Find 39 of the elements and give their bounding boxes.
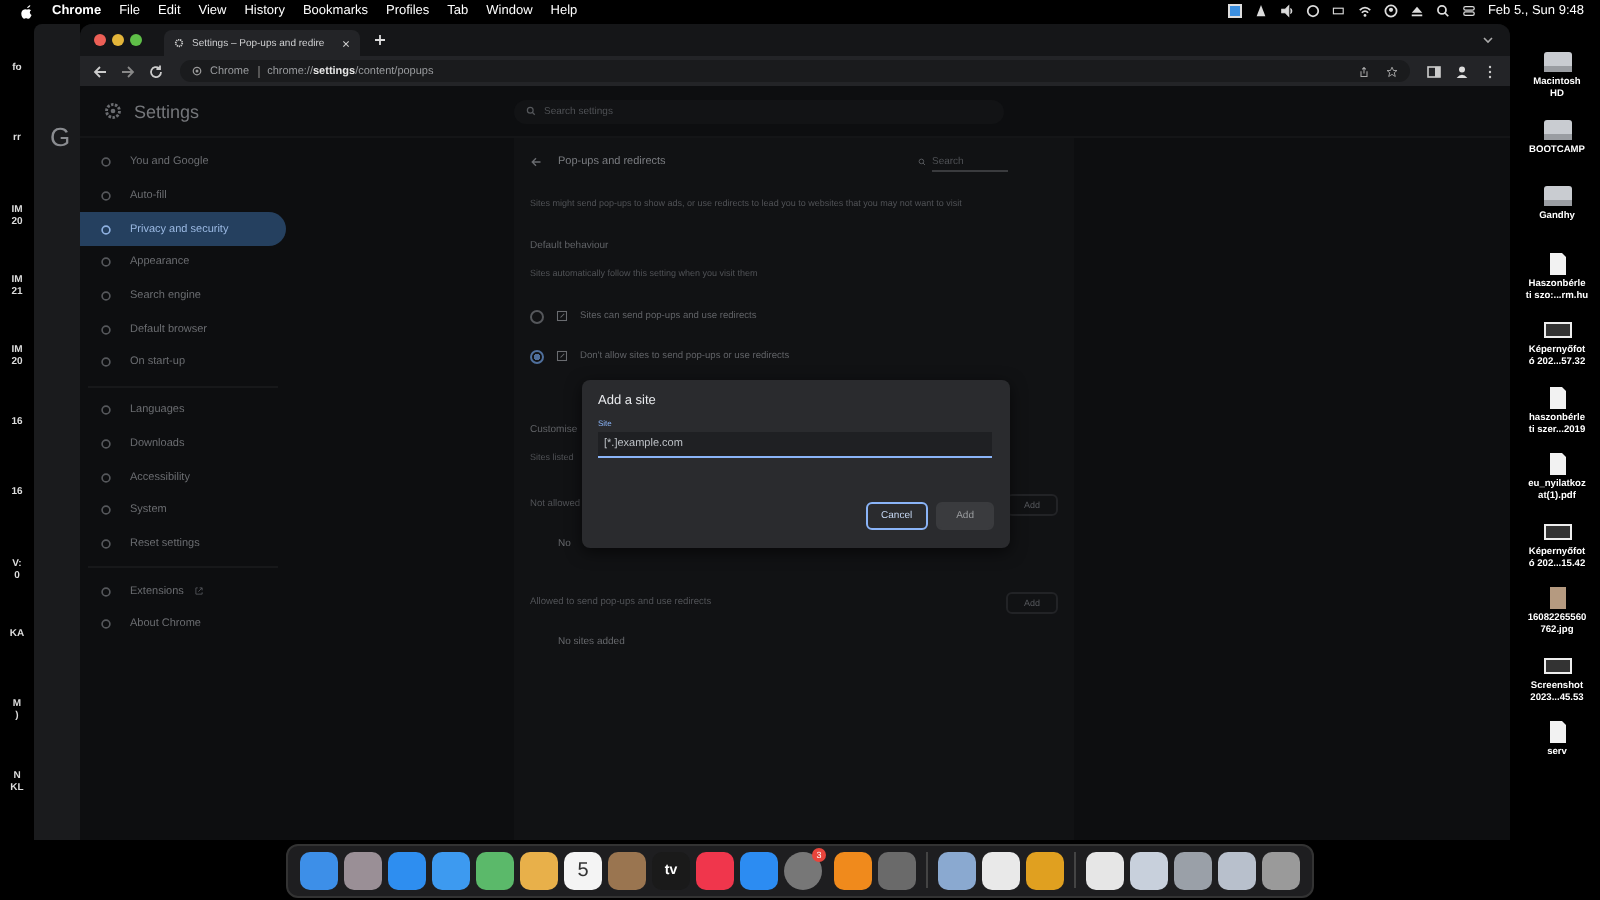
minimize-window-icon[interactable] — [112, 34, 124, 46]
popup-window-icon — [556, 310, 568, 322]
popup-window-icon — [556, 350, 568, 362]
cone-icon[interactable] — [1253, 4, 1268, 18]
chevron-down-icon[interactable] — [1482, 36, 1494, 44]
star-icon[interactable] — [1386, 65, 1398, 77]
close-icon[interactable] — [342, 39, 350, 47]
volume-icon[interactable] — [1279, 4, 1294, 18]
profile-icon[interactable] — [1454, 63, 1470, 79]
close-window-icon[interactable] — [94, 34, 106, 46]
user-icon[interactable] — [1383, 4, 1398, 18]
clock-icon[interactable] — [1305, 4, 1320, 18]
side-panel-icon[interactable] — [1426, 63, 1442, 79]
apple-logo-icon[interactable] — [20, 3, 34, 19]
back-arrow-icon[interactable] — [530, 156, 542, 168]
settings-logo-icon — [104, 102, 122, 120]
drive-icon[interactable] — [1541, 117, 1573, 141]
external-link-icon — [193, 586, 204, 597]
back-icon[interactable] — [92, 63, 108, 79]
eject-icon[interactable] — [1409, 4, 1424, 18]
reload-icon[interactable] — [148, 63, 164, 79]
wifi-icon[interactable] — [1357, 4, 1372, 18]
radio-button[interactable] — [530, 309, 544, 323]
forward-icon[interactable] — [120, 63, 136, 79]
drive-icon[interactable] — [1541, 184, 1573, 208]
calendar-icon[interactable]: 5 — [564, 851, 602, 889]
screenshot-thumbnail-icon[interactable] — [1541, 519, 1573, 543]
new-tab-icon[interactable] — [374, 34, 386, 46]
settings-title: Settings — [134, 101, 200, 121]
drive-icon[interactable] — [1541, 50, 1573, 74]
radio-button[interactable] — [530, 349, 544, 363]
status-icon[interactable] — [1227, 4, 1242, 18]
background-window-text: G — [50, 122, 71, 152]
battery-icon[interactable] — [1331, 4, 1346, 18]
control-center-icon[interactable] — [1461, 4, 1476, 18]
screenshot-thumbnail-icon[interactable] — [1541, 653, 1573, 677]
screenshot-thumbnail-icon[interactable] — [1541, 318, 1573, 342]
share-icon[interactable] — [1358, 65, 1370, 77]
zoom-window-icon[interactable] — [130, 34, 142, 46]
